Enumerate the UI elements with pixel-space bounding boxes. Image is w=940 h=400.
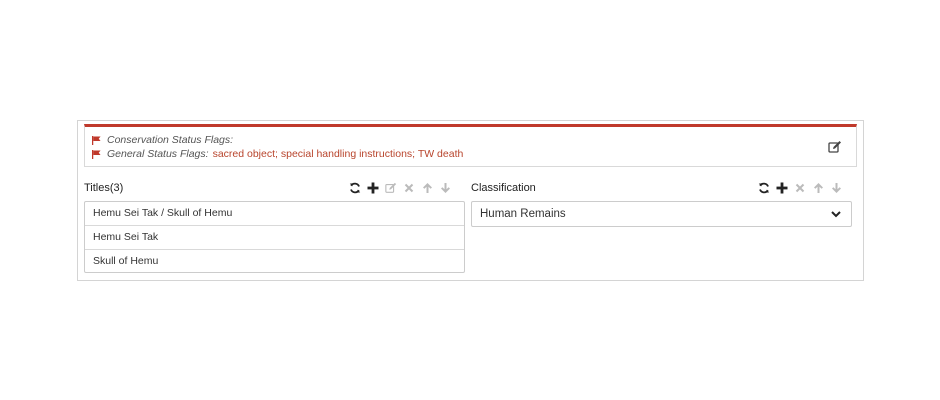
titles-edit-button[interactable] [383,180,399,196]
close-icon [404,183,414,193]
conservation-flags-label: Conservation Status Flags: [107,134,234,146]
plus-icon [776,182,788,194]
titles-refresh-button[interactable] [347,180,363,196]
classification-selected-value: Human Remains [480,208,566,220]
status-flags-box: Conservation Status Flags: General Statu… [84,124,857,167]
list-item[interactable]: Skull of Hemu [85,250,464,274]
edit-flags-button[interactable] [828,140,842,154]
titles-add-button[interactable] [365,180,381,196]
classification-refresh-button[interactable] [756,180,772,196]
titles-toolbar [345,180,453,196]
titles-move-up-button[interactable] [419,180,435,196]
refresh-icon [349,182,361,194]
list-item[interactable]: Hemu Sei Tak / Skull of Hemu [85,202,464,226]
classification-move-up-button[interactable] [810,180,826,196]
classification-toolbar [754,180,844,196]
classification-heading: Classification [471,182,536,194]
classification-remove-button[interactable] [792,180,808,196]
titles-heading: Titles(3) [84,182,123,194]
classification-add-button[interactable] [774,180,790,196]
plus-icon [367,182,379,194]
titles-count: (3) [109,182,124,194]
arrow-down-icon [831,183,841,193]
general-flags-row: General Status Flags: sacred object; spe… [92,148,463,160]
list-item[interactable]: Hemu Sei Tak [85,226,464,250]
object-record-panel: Conservation Status Flags: General Statu… [77,120,864,281]
classification-move-down-button[interactable] [828,180,844,196]
arrow-down-icon [440,183,450,193]
general-flags-label: General Status Flags: [107,148,209,160]
edit-icon [828,141,841,153]
classification-select[interactable]: Human Remains [471,201,852,227]
arrow-up-icon [813,183,823,193]
close-icon [795,183,805,193]
edit-icon [385,182,397,193]
arrow-up-icon [422,183,432,193]
titles-heading-label: Titles [84,182,110,194]
titles-move-down-button[interactable] [437,180,453,196]
titles-remove-button[interactable] [401,180,417,196]
refresh-icon [758,182,770,194]
flag-icon [92,135,101,145]
conservation-flags-row: Conservation Status Flags: [92,134,237,146]
chevron-down-icon [831,211,841,218]
titles-list: Hemu Sei Tak / Skull of Hemu Hemu Sei Ta… [84,201,465,273]
general-flags-value: sacred object; special handling instruct… [212,148,464,160]
flag-icon [92,149,101,159]
